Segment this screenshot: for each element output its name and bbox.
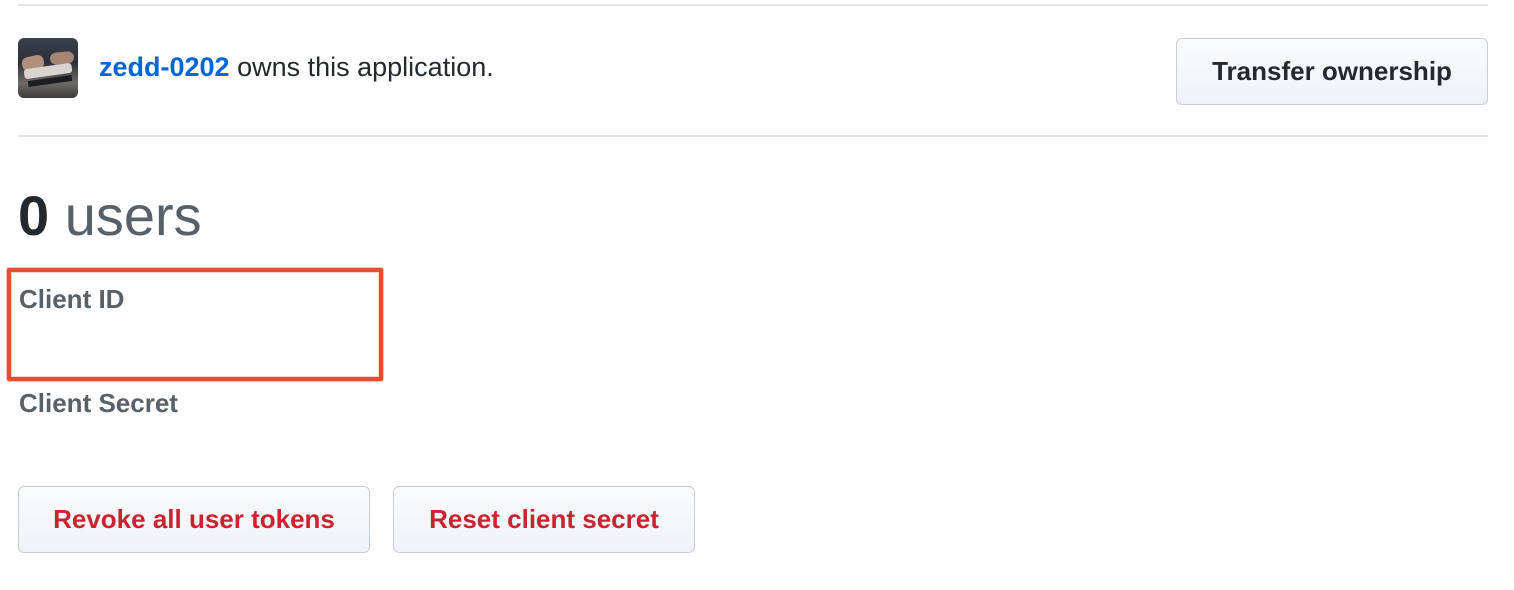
avatar[interactable] bbox=[18, 38, 78, 98]
revoke-all-user-tokens-button[interactable]: Revoke all user tokens bbox=[18, 486, 370, 553]
owner-suffix-text: owns this application. bbox=[237, 52, 494, 82]
client-secret-label: Client Secret bbox=[19, 388, 178, 418]
users-count-number: 0 bbox=[18, 184, 50, 247]
reset-client-secret-button[interactable]: Reset client secret bbox=[393, 486, 695, 553]
top-divider bbox=[18, 4, 1488, 6]
owner-username-link[interactable]: zedd-0202 bbox=[99, 52, 230, 82]
transfer-ownership-button[interactable]: Transfer ownership bbox=[1176, 38, 1488, 105]
users-count-label: users bbox=[64, 184, 202, 247]
users-count: 0 users bbox=[18, 180, 202, 252]
owner-row: zedd-0202 owns this application. bbox=[18, 38, 494, 98]
section-divider bbox=[18, 135, 1488, 137]
owner-statement: zedd-0202 owns this application. bbox=[99, 37, 494, 97]
client-id-label: Client ID bbox=[19, 284, 125, 314]
